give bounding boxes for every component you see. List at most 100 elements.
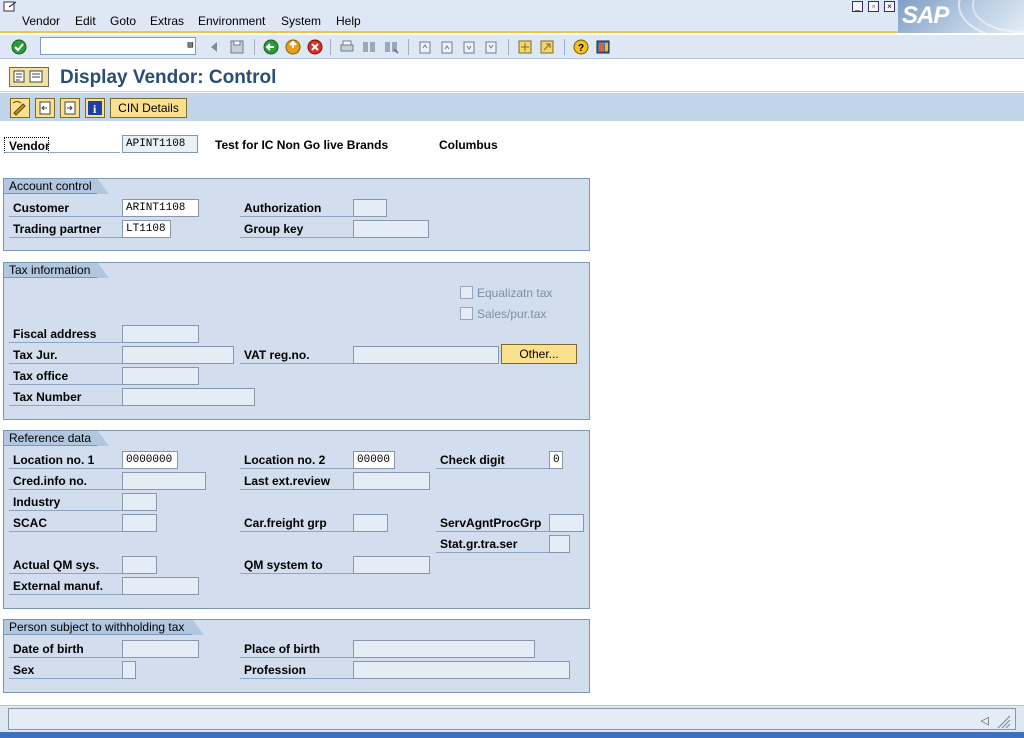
restore-icon[interactable]: ▫ — [868, 1, 879, 12]
last-page-icon[interactable] — [482, 38, 500, 56]
place-of-birth-field[interactable] — [353, 640, 535, 658]
tax-office-label: Tax office — [9, 368, 122, 385]
vat-reg-field[interactable] — [353, 346, 499, 364]
menu-extras[interactable]: Extras — [150, 14, 184, 28]
menu-help[interactable]: Help — [336, 14, 361, 28]
trading-partner-label: Trading partner — [9, 221, 122, 238]
scac-field[interactable] — [122, 514, 157, 532]
system-menu-icon[interactable] — [3, 1, 17, 13]
trading-partner-field[interactable]: LT1108 — [122, 220, 171, 238]
cred-info-field[interactable] — [122, 472, 206, 490]
minimize-icon[interactable]: _ — [852, 1, 863, 12]
fiscal-address-field[interactable] — [122, 325, 199, 343]
qm-system-to-field[interactable] — [353, 556, 430, 574]
menu-edit[interactable]: Edit — [75, 14, 96, 28]
customer-field[interactable]: ARINT1108 — [122, 199, 199, 217]
account-control-title: Account control — [3, 178, 109, 194]
sales-purchase-tax-label: Sales/pur.tax — [477, 307, 547, 321]
info-icon[interactable]: i — [85, 98, 105, 118]
equalization-tax-checkbox[interactable] — [460, 286, 473, 299]
other-vendor-icon[interactable] — [9, 67, 49, 87]
reference-data-group: Reference data Location no. 1 0000000 Lo… — [3, 430, 590, 609]
actual-qm-sys-label: Actual QM sys. — [9, 557, 122, 574]
layout-icon[interactable] — [594, 38, 612, 56]
account-control-group: Account control Customer ARINT1108 Tradi… — [3, 178, 590, 251]
exit-icon[interactable] — [284, 38, 302, 56]
shortcut-icon[interactable] — [538, 38, 556, 56]
toolbar-separator — [508, 39, 509, 55]
previous-screen-icon[interactable] — [35, 98, 55, 118]
car-freight-group-label: Car.freight grp — [240, 515, 353, 532]
tax-information-group: Tax information Equalizatn tax Sales/pur… — [3, 262, 590, 420]
sex-field[interactable] — [122, 661, 136, 679]
sex-label: Sex — [9, 662, 122, 679]
vendor-field[interactable]: APINT1108 — [122, 135, 198, 153]
other-vat-button[interactable]: Other... — [501, 344, 577, 364]
date-of-birth-field[interactable] — [122, 640, 199, 658]
last-ext-review-field[interactable] — [353, 472, 430, 490]
cancel-icon[interactable] — [306, 38, 324, 56]
tax-jurisdiction-field[interactable] — [122, 346, 234, 364]
taskbar-edge — [0, 732, 1024, 738]
stat-gr-tra-ser-field[interactable] — [549, 535, 570, 553]
tax-number-label: Tax Number — [9, 389, 122, 406]
location-no-2-field[interactable]: 00000 — [353, 451, 395, 469]
external-manuf-field[interactable] — [122, 577, 199, 595]
command-history-icon[interactable]: ▤ — [188, 40, 193, 50]
menu-goto[interactable]: Goto — [110, 14, 136, 28]
group-key-field[interactable] — [353, 220, 429, 238]
display-change-icon[interactable] — [10, 98, 30, 118]
command-field[interactable]: ▤ — [40, 37, 196, 55]
profession-field[interactable] — [353, 661, 570, 679]
help-icon[interactable]: ? — [572, 38, 590, 56]
menu-vendor[interactable]: Vendor — [22, 14, 60, 28]
resize-grip-icon[interactable] — [995, 713, 1011, 729]
check-digit-label: Check digit — [436, 452, 549, 469]
tax-number-field[interactable] — [122, 388, 255, 406]
group-key-label: Group key — [240, 221, 353, 238]
enter-icon[interactable] — [10, 38, 28, 56]
first-page-icon[interactable] — [416, 38, 434, 56]
tax-information-title: Tax information — [3, 262, 109, 278]
serv-agnt-proc-grp-label: ServAgntProcGrp — [436, 515, 549, 532]
next-screen-icon[interactable] — [60, 98, 80, 118]
menu-system[interactable]: System — [281, 14, 321, 28]
cin-details-button[interactable]: CIN Details — [110, 98, 187, 118]
back-icon[interactable] — [262, 38, 280, 56]
stat-gr-tra-ser-label: Stat.gr.tra.ser — [436, 536, 549, 553]
status-expand-icon[interactable]: ◁ — [981, 714, 989, 727]
check-digit-field[interactable]: 0 — [549, 451, 563, 469]
serv-agnt-proc-grp-field[interactable] — [549, 514, 584, 532]
standard-toolbar: ▤ ? — [0, 35, 1024, 59]
actual-qm-sys-field[interactable] — [122, 556, 157, 574]
tax-jurisdiction-label: Tax Jur. — [9, 347, 122, 364]
close-icon[interactable]: × — [884, 1, 895, 12]
location-no-1-label: Location no. 1 — [9, 452, 122, 469]
industry-field[interactable] — [122, 493, 157, 511]
vendor-name: Test for IC Non Go live Brands — [215, 138, 389, 152]
customer-label: Customer — [9, 200, 122, 217]
save-icon[interactable] — [228, 38, 246, 56]
find-icon[interactable] — [360, 38, 378, 56]
sales-purchase-tax-checkbox[interactable] — [460, 307, 473, 320]
withholding-tax-group: Person subject to withholding tax Date o… — [3, 619, 590, 693]
svg-text:?: ? — [578, 43, 584, 54]
vendor-label-underline — [50, 137, 120, 153]
create-session-icon[interactable] — [516, 38, 534, 56]
location-no-1-field[interactable]: 0000000 — [122, 451, 178, 469]
menu-environment[interactable]: Environment — [198, 14, 265, 28]
equalization-tax-label: Equalizatn tax — [477, 286, 553, 300]
fiscal-address-label: Fiscal address — [9, 326, 122, 343]
authorization-field[interactable] — [353, 199, 387, 217]
print-icon[interactable] — [338, 38, 356, 56]
find-next-icon[interactable] — [382, 38, 400, 56]
vat-reg-label: VAT reg.no. — [240, 347, 353, 364]
tax-office-field[interactable] — [122, 367, 199, 385]
sap-logo: SAP — [898, 0, 1024, 33]
history-back-icon[interactable] — [205, 38, 223, 56]
car-freight-group-field[interactable] — [353, 514, 388, 532]
previous-page-icon[interactable] — [438, 38, 456, 56]
scac-label: SCAC — [9, 515, 122, 532]
next-page-icon[interactable] — [460, 38, 478, 56]
place-of-birth-label: Place of birth — [240, 641, 353, 658]
